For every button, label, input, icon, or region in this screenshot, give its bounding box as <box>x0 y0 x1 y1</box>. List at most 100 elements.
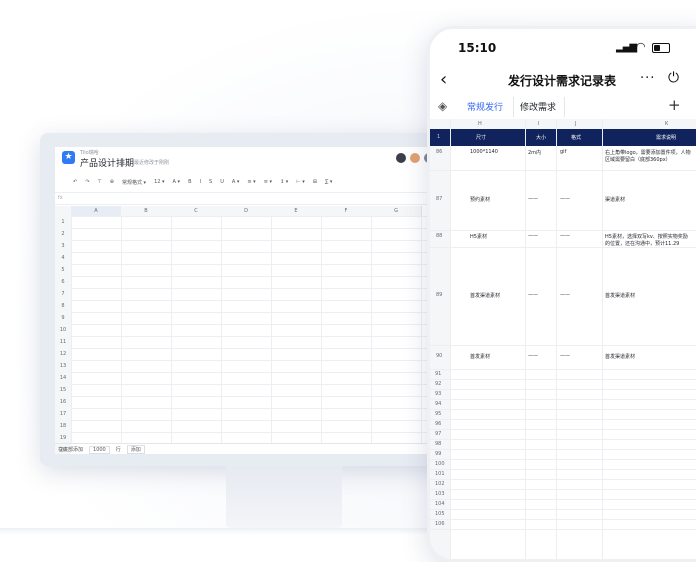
column-header[interactable]: C <box>171 206 222 216</box>
table-row[interactable]: 86 1000*1140 2m内 gif 右上角带logo，需要添加置件项，人物 区域需要… <box>430 146 696 171</box>
toolbar-item[interactable]: A ▾ <box>232 179 240 185</box>
cell-size[interactable]: 首发渠道素材 <box>470 292 500 299</box>
toolbar-item[interactable]: ⊕ <box>110 179 114 185</box>
toolbar-item[interactable]: ≡ ▾ <box>264 179 272 185</box>
column-header[interactable]: D <box>221 206 272 216</box>
avatar[interactable] <box>409 152 421 164</box>
header-format[interactable]: 格式 <box>571 134 581 141</box>
tab-regular-release[interactable]: 常规发行 <box>467 100 503 113</box>
formula-bar[interactable]: fx <box>55 192 455 205</box>
doc-title[interactable]: 产品设计排期 <box>80 156 134 169</box>
status-item[interactable]: 1000 <box>89 445 110 454</box>
column-header[interactable]: G <box>371 206 422 216</box>
table-row[interactable]: 101 <box>430 470 696 480</box>
table-row[interactable]: 104 <box>430 500 696 510</box>
header-size[interactable]: 尺寸 <box>476 134 486 141</box>
toolbar-item[interactable]: B <box>188 179 191 185</box>
toolbar-item[interactable]: ⊤ <box>97 179 101 185</box>
column-header[interactable]: F <box>321 206 372 216</box>
column-header[interactable]: A <box>71 206 122 216</box>
cell-size[interactable]: 预约素材 <box>470 196 490 203</box>
row-number: 100 <box>435 461 445 467</box>
table-row[interactable]: 94 <box>430 400 696 410</box>
row-number: 97 <box>435 431 442 437</box>
table-row[interactable]: 87 预约素材 —— —— 渠道素材 <box>430 170 696 231</box>
toolbar-item[interactable]: S <box>209 179 212 185</box>
toolbar-item[interactable]: I <box>200 179 201 185</box>
table-row[interactable]: 92 <box>430 380 696 390</box>
table-row[interactable]: 89 首发渠道素材 —— —— 首发渠道素材 <box>430 247 696 346</box>
toolbar-item[interactable]: 12 ▾ <box>154 179 164 185</box>
toolbar-item[interactable]: U <box>220 179 224 185</box>
toolbar-item[interactable]: ⊢ ▾ <box>296 179 304 185</box>
cell-description[interactable]: 渠道素材 <box>605 196 625 203</box>
doc-header: ★ Tilo瑞哈 产品设计排期 最近修改于刚刚 <box>55 147 455 169</box>
toolbar-item[interactable]: 常规格式 ▾ <box>122 179 146 186</box>
more-icon[interactable]: ··· <box>640 71 655 86</box>
toolbar-item[interactable]: ↕ ▾ <box>280 179 288 185</box>
avatar[interactable] <box>395 152 407 164</box>
table-row[interactable]: 91 <box>430 370 696 380</box>
close-mini-program-icon[interactable]: ⏻ <box>668 70 679 86</box>
col-letter-j[interactable]: J <box>575 121 576 127</box>
cell-description[interactable]: 右上角带logo，需要添加置件项，人物 <box>605 149 691 156</box>
table-row[interactable]: 93 <box>430 390 696 400</box>
cell-format[interactable]: gif <box>560 149 566 155</box>
column-header[interactable]: E <box>271 206 322 216</box>
column-header[interactable]: B <box>121 206 172 216</box>
cell-weight[interactable]: —— <box>528 353 538 359</box>
toolbar-item[interactable]: A ▾ <box>173 179 181 185</box>
table-row[interactable]: 105 <box>430 510 696 520</box>
cell-format[interactable]: —— <box>560 353 570 359</box>
table-row[interactable]: 100 <box>430 460 696 470</box>
row-number: 105 <box>435 511 445 517</box>
cell-weight[interactable]: —— <box>528 196 538 202</box>
table-row[interactable]: 96 <box>430 420 696 430</box>
header-weight[interactable]: 大小 <box>536 134 546 141</box>
table-row[interactable]: 97 <box>430 430 696 440</box>
cell-format[interactable]: —— <box>560 196 570 202</box>
toolbar-item[interactable]: ↶ <box>73 179 77 185</box>
cell-format[interactable]: —— <box>560 292 570 298</box>
toolbar-item[interactable]: ∑ ▾ <box>325 179 332 185</box>
cell-size[interactable]: 1000*1140 <box>470 149 498 155</box>
row-number: 98 <box>435 441 442 447</box>
phone-table[interactable]: 86 1000*1140 2m内 gif 右上角带logo，需要添加置件项，人物 区域需要… <box>430 146 696 559</box>
cell-weight[interactable]: —— <box>528 292 538 298</box>
cell-description[interactable]: 首发渠道素材 <box>605 353 635 360</box>
col-letter-h[interactable]: H <box>478 121 482 127</box>
autosave-status: 最近修改于刚刚 <box>134 160 170 166</box>
table-row[interactable]: 99 <box>430 450 696 460</box>
add-sheet-icon[interactable]: + <box>668 96 681 114</box>
cell-description[interactable]: 首发渠道素材 <box>605 292 635 299</box>
table-row[interactable]: 103 <box>430 490 696 500</box>
header-description[interactable]: 需求说明 <box>656 134 676 141</box>
phone-status-bar: 15:10 ▂▄▆ ◠ <box>430 29 696 67</box>
row-number: 86 <box>436 149 443 155</box>
breadcrumb[interactable]: Tilo瑞哈 <box>80 149 99 156</box>
toolbar-item[interactable]: ≡ ▾ <box>247 179 255 185</box>
col-letter-i[interactable]: I <box>538 121 539 127</box>
table-row[interactable]: 106 <box>430 520 696 530</box>
table-row[interactable]: 88 H5素材 —— —— H5素材，选择双写kv、按照实物奖励 的位置，还在沟通中，预计… <box>430 230 696 248</box>
cell-weight[interactable]: 2m内 <box>528 149 541 156</box>
row-number: 95 <box>435 411 442 417</box>
toolbar-item[interactable]: ⊞ <box>313 179 317 185</box>
grid-corner[interactable] <box>55 206 72 216</box>
back-icon[interactable]: ‹ <box>440 69 447 90</box>
cell-size[interactable]: H5素材 <box>470 233 487 240</box>
cell-weight[interactable]: —— <box>528 233 538 239</box>
table-row[interactable]: 102 <box>430 480 696 490</box>
table-row[interactable]: 98 <box>430 440 696 450</box>
spreadsheet-grid[interactable]: A B C D E F G 1 2 3 4 5 6 7 8 9 10 11 12 13 14 15 16 17 18 19 20 <box>55 206 455 454</box>
cell-format[interactable]: —— <box>560 233 570 239</box>
tab-revision-requests[interactable]: 修改需求 <box>520 100 556 113</box>
table-row[interactable]: 90 首发素材 —— —— 首发渠道素材 <box>430 345 696 370</box>
table-row[interactable]: 95 <box>430 410 696 420</box>
cell-description[interactable]: H5素材，选择双写kv、按照实物奖励 <box>605 233 688 240</box>
cell-size[interactable]: 首发素材 <box>470 353 490 360</box>
layers-icon[interactable]: ◈ <box>438 99 447 113</box>
cell-area[interactable] <box>71 216 455 443</box>
toolbar-item[interactable]: ↷ <box>85 179 89 185</box>
col-letter-k[interactable]: K <box>665 121 668 127</box>
